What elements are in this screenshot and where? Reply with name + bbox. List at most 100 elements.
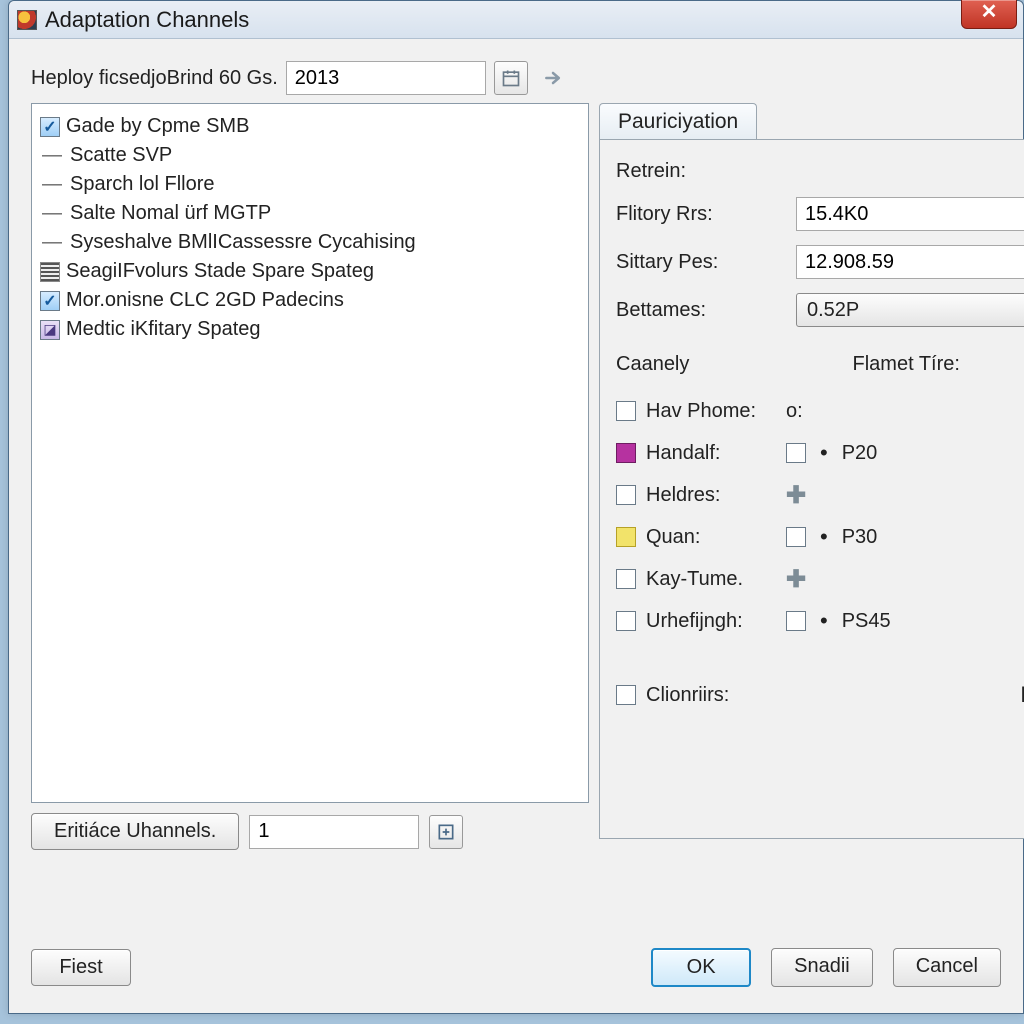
go-button[interactable] bbox=[536, 61, 570, 95]
caanely-checkbox[interactable] bbox=[616, 443, 636, 463]
row-flitory: Flitory Rrs: bbox=[616, 197, 1024, 231]
flamet-cell: ✚ bbox=[786, 565, 1024, 594]
list-item[interactable]: Mor.onisne CLC 2GD Padecins bbox=[38, 286, 582, 315]
caanely-row: Hav Phome: o: bbox=[616, 390, 1024, 432]
cancel-button[interactable]: Cancel bbox=[893, 948, 1001, 987]
properties-panel: Retrein: Flitory Rrs: Sittary Pes: Betta… bbox=[599, 139, 1024, 839]
row-bettames: Bettames: 0.52P bbox=[616, 293, 1024, 327]
row-sittary: Sittary Pes: bbox=[616, 245, 1024, 279]
bullet-icon: • bbox=[820, 440, 828, 466]
caanely-label: Heldres: bbox=[646, 484, 776, 507]
retrein-label: Retrein: bbox=[616, 160, 1024, 183]
list-item-label: Syseshalve BMlICassessre Cycahising bbox=[70, 231, 416, 254]
dialog-footer: Fiest OK Snadii Cancel bbox=[9, 926, 1023, 1013]
list-item[interactable]: — Syseshalve BMlICassessre Cycahising bbox=[38, 228, 582, 257]
clionriirs-row: Clionriirs: PCTS bbox=[616, 674, 1024, 716]
item-checkbox[interactable] bbox=[40, 117, 60, 137]
list-item[interactable]: Gade by Cpme SMB bbox=[38, 112, 582, 141]
left-column: Gade by Cpme SMB—Scatte SVP—Sparch lol F… bbox=[31, 103, 589, 914]
list-item[interactable]: Medtic iKfitary Spateg bbox=[38, 315, 582, 344]
top-row: Heploy ficsedjoBrind 60 Gs. bbox=[31, 61, 1001, 95]
tab-bar: Pauriciyation bbox=[599, 103, 1024, 140]
snadii-button[interactable]: Snadii bbox=[771, 948, 873, 987]
flamet-text: o: bbox=[786, 400, 803, 423]
flamet-tag: PS45 bbox=[842, 610, 891, 633]
list-item-label: Mor.onisne CLC 2GD Padecins bbox=[66, 289, 344, 312]
list-item[interactable]: —Sparch lol Fllore bbox=[38, 170, 582, 199]
main-columns: Gade by Cpme SMB—Scatte SVP—Sparch lol F… bbox=[31, 103, 1001, 914]
refresh-icon bbox=[436, 822, 456, 842]
flamet-checkbox[interactable] bbox=[786, 611, 806, 631]
caanely-row: Quan: • P30 bbox=[616, 516, 1024, 558]
tree-branch-icon: — bbox=[40, 231, 64, 254]
channel-count-input[interactable] bbox=[249, 815, 419, 849]
list-item-label: Sparch lol Fllore bbox=[70, 173, 215, 196]
plus-icon[interactable]: ✚ bbox=[786, 481, 806, 510]
channel-list[interactable]: Gade by Cpme SMB—Scatte SVP—Sparch lol F… bbox=[31, 103, 589, 803]
caanely-checkbox[interactable] bbox=[616, 611, 636, 631]
clionriirs-checkbox[interactable] bbox=[616, 685, 636, 705]
bottom-left-row: Eritiáce Uhannels. bbox=[31, 813, 589, 850]
clionriirs-value: PCTS bbox=[1020, 682, 1024, 708]
sittary-label: Sittary Pes: bbox=[616, 251, 786, 274]
caanely-row: Heldres: ✚ bbox=[616, 474, 1024, 516]
right-column: Pauriciyation Retrein: Flitory Rrs: Sitt… bbox=[599, 103, 1024, 914]
bettames-value: 0.52P bbox=[807, 299, 859, 322]
list-item[interactable]: SeagiIFvolurs Stade Spare Spateg bbox=[38, 257, 582, 286]
item-checkbox[interactable] bbox=[40, 291, 60, 311]
flamet-head: Flamet Tíre: bbox=[853, 353, 1024, 376]
window-title: Adaptation Channels bbox=[45, 7, 249, 33]
fiest-button[interactable]: Fiest bbox=[31, 949, 131, 986]
arrow-right-icon bbox=[543, 68, 563, 88]
refresh-button[interactable] bbox=[429, 815, 463, 849]
caanely-rows: Hav Phome: o: Handalf: • P20 Heldres: ✚ Quan: • P… bbox=[616, 390, 1024, 642]
caanely-label: Urhefijngh: bbox=[646, 610, 776, 633]
sittary-input[interactable] bbox=[796, 245, 1024, 279]
caanely-label: Quan: bbox=[646, 526, 776, 549]
caanely-row: Handalf: • P20 bbox=[616, 432, 1024, 474]
bettames-combo[interactable]: 0.52P bbox=[796, 293, 1024, 327]
ok-button[interactable]: OK bbox=[651, 948, 751, 987]
flamet-cell: • PS45 bbox=[786, 608, 1024, 634]
list-item-label: Scatte SVP bbox=[70, 144, 172, 167]
flitory-input[interactable] bbox=[796, 197, 1024, 231]
caanely-row: Urhefijngh: • PS45 bbox=[616, 600, 1024, 642]
tree-branch-icon: — bbox=[40, 202, 64, 225]
year-input[interactable] bbox=[286, 61, 486, 95]
caanely-label: Hav Phome: bbox=[646, 400, 776, 423]
caanely-row: Kay-Tume.✚ bbox=[616, 558, 1024, 600]
caanely-head: Caanely bbox=[616, 353, 843, 376]
flamet-cell: ✚ bbox=[786, 481, 1024, 510]
caanely-checkbox[interactable] bbox=[616, 527, 636, 547]
list-item-label: SeagiIFvolurs Stade Spare Spateg bbox=[66, 260, 374, 283]
bullet-icon: • bbox=[820, 524, 828, 550]
list-item-label: Salte Nomal ürf MGTP bbox=[70, 202, 271, 225]
list-item-label: Gade by Cpme SMB bbox=[66, 115, 249, 138]
close-button[interactable]: ✕ bbox=[961, 0, 1017, 29]
flamet-checkbox[interactable] bbox=[786, 443, 806, 463]
caanely-checkbox[interactable] bbox=[616, 569, 636, 589]
plus-icon[interactable]: ✚ bbox=[786, 565, 806, 594]
bullet-icon: • bbox=[820, 608, 828, 634]
bettames-label: Bettames: bbox=[616, 299, 786, 322]
entice-channels-button[interactable]: Eritiáce Uhannels. bbox=[31, 813, 239, 850]
caanely-checkbox[interactable] bbox=[616, 485, 636, 505]
caanely-label: Handalf: bbox=[646, 442, 776, 465]
item-checkbox[interactable] bbox=[40, 320, 60, 340]
tab-pauriciyation[interactable]: Pauriciyation bbox=[599, 103, 757, 140]
flamet-cell: • P30 bbox=[786, 524, 1024, 550]
caanely-header-row: Caanely Flamet Tíre: bbox=[616, 347, 1024, 376]
flamet-tag: P20 bbox=[842, 442, 878, 465]
flamet-tag: P30 bbox=[842, 526, 878, 549]
flamet-checkbox[interactable] bbox=[786, 527, 806, 547]
thumbnail-icon bbox=[40, 262, 60, 282]
titlebar: Adaptation Channels ✕ bbox=[9, 1, 1023, 39]
flamet-cell: o: bbox=[786, 400, 1024, 423]
list-item[interactable]: —Scatte SVP bbox=[38, 141, 582, 170]
calendar-button[interactable] bbox=[494, 61, 528, 95]
list-item[interactable]: — Salte Nomal ürf MGTP bbox=[38, 199, 582, 228]
calendar-icon bbox=[501, 68, 521, 88]
caanely-checkbox[interactable] bbox=[616, 401, 636, 421]
clionriirs-label: Clionriirs: bbox=[646, 684, 776, 707]
flamet-cell: • P20 bbox=[786, 440, 1024, 466]
